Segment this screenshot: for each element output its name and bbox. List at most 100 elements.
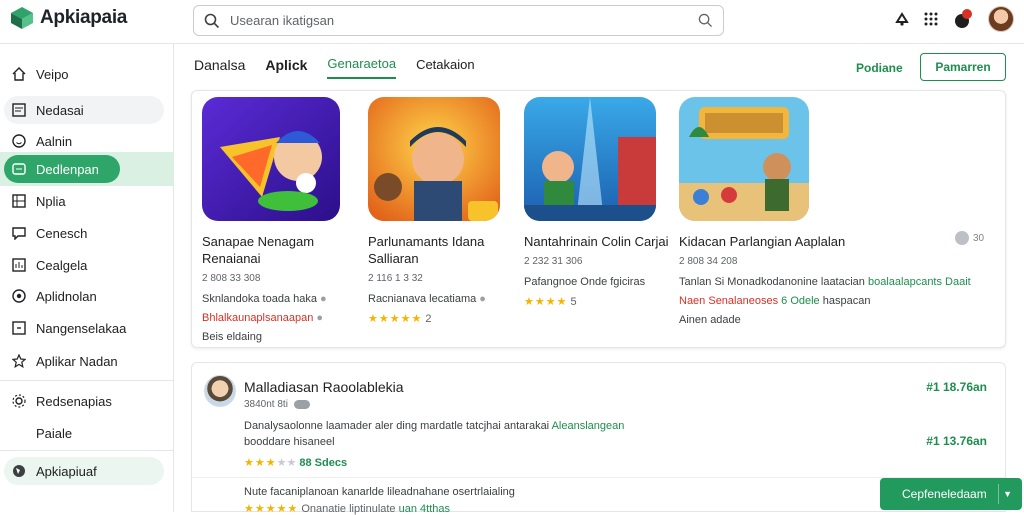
app-thumbnail[interactable] [679,97,809,221]
cta-separator [998,484,1000,504]
app-description: Pafangnoe Onde fgiciras [524,276,646,288]
app-thumbnail[interactable] [524,97,656,221]
review-meta: 3840nt 8ti [244,399,310,410]
app-card[interactable]: Nantahrinain Colin Carjai 2 232 31 306 P… [524,97,674,308]
sidebar-item-home[interactable]: Veipo [4,60,164,88]
sidebar-item-aplikar-nadan[interactable]: Aplikar Nadan [4,347,164,375]
badge-icon [293,400,310,409]
app-rating: ★★★★ 5 [524,296,577,308]
sidebar-item-label: Nplia [36,193,66,209]
news-icon [12,103,26,117]
search-icon [204,13,220,28]
sidebar-item-label: Nedasai [36,102,84,118]
alert-icon[interactable] [952,8,974,30]
app-title[interactable]: Nantahrinain Colin Carjai [524,233,674,250]
sidebar-item-news[interactable]: Nedasai [4,96,164,124]
app-thumbnail[interactable] [202,97,340,221]
home-icon [12,67,26,81]
app-card[interactable]: Parlunamants Idana Salliaran 2 116 1 3 3… [368,97,518,325]
sidebar-item-paiale[interactable]: Paiale [4,419,164,447]
sidebar-item-aalnin[interactable]: Aalnin [4,127,164,155]
app-title[interactable]: Parlunamants Idana Salliaran [368,233,518,267]
primary-cta-button[interactable]: Cepfeneledaam ▼ [880,478,1022,510]
sidebar-item-cealgela[interactable]: Cealgela [4,251,164,279]
tab-aplick[interactable]: Aplick [265,57,307,79]
sidebar-item-dedlenpan[interactable]: Dedlenpan [4,155,120,183]
search-bar[interactable]: Usearan ikatigsan [193,5,724,36]
rating-stars: ★★★★★ [244,503,299,515]
tab-danalsa[interactable]: Danalsa [194,57,245,79]
header-link[interactable]: Podiane [856,61,903,75]
app-name: Apkiapaia [40,7,128,28]
sidebar-item-cenesch[interactable]: Cenesch [4,219,164,247]
app-meta: 2 808 33 308 [202,273,261,284]
app-tagline: Bhlalkaunaplsanaapan ● [202,312,324,324]
sidebar-item-label: Paiale [36,425,73,441]
app-tagline: Naen Senalaneoses 6 Odele haspacan [679,295,871,307]
sidebar-item-label: Veipo [36,66,69,82]
sidebar-item-aplidnolan[interactable]: Aplidnolan [4,282,164,310]
app-logo[interactable]: Apkiapaia [10,6,127,30]
chart-icon [12,258,26,272]
header-button[interactable]: Pamarren [920,53,1006,81]
comment-icon [12,227,26,240]
price-label: #1 13.76an [926,434,987,448]
sidebar-item-nplia[interactable]: Nplia [4,187,164,215]
app-meta: 2 808 34 208 [679,256,738,267]
cta-label: Cepfeneledaam [902,487,987,501]
featured-apps-panel: Sanapae Nenagam Renaianai 2 808 33 308 S… [191,90,1006,348]
app-card[interactable]: Kidacan Parlangian Aaplalan 2 808 34 208… [679,97,971,326]
sidebar: Veipo Nedasai Aalnin Dedlenpan Nplia Cen… [0,44,174,512]
tab-cetakaion[interactable]: Cetakaion [416,57,475,78]
next-arrow-icon [955,231,969,245]
review-rating: ★★★★★ 88 Sdecs [244,457,348,469]
search-icon[interactable] [698,13,713,28]
carousel-next[interactable]: 30 [955,231,984,245]
notification-icon[interactable] [894,11,910,27]
grid-icon [12,194,26,208]
app-title[interactable]: Sanapae Nenagam Renaianai [202,233,352,267]
app-artwork [524,97,656,221]
dropdown-arrow-icon[interactable]: ▼ [1003,489,1012,499]
sidebar-item-label: Nangenselakaa [36,320,127,336]
user-avatar[interactable] [988,6,1014,32]
sidebar-divider [0,380,174,381]
apps-grid-icon[interactable] [924,12,938,26]
search-input[interactable]: Usearan ikatigsan [230,13,698,28]
item-text: Nute facaniplanoan kanarlde lileadnahane… [244,486,515,498]
globe-icon [13,465,25,477]
review-text-line2: booddare hisaneel [244,436,335,448]
rating-stars: ★★★★★ [368,313,423,325]
app-description: Sknlandoka toada haka ● [202,293,327,305]
sidebar-item-nangenselakaa[interactable]: Nangenselakaa [4,314,164,342]
info-icon: ● [316,312,324,324]
app-title[interactable]: Kidacan Parlangian Aaplalan [679,233,969,250]
logo-icon [11,7,33,29]
sidebar-item-label: Apkiapiuaf [36,463,97,479]
tab-genaraetoa[interactable]: Genaraetoa [327,56,397,79]
target-icon [12,289,26,303]
smiley-icon [12,134,26,148]
review-text: Danalysaolonne laamader aler ding mardat… [244,420,625,432]
review-title[interactable]: Malladiasan Raoolablekia [244,379,404,395]
reviewer-avatar[interactable] [204,375,236,407]
sidebar-divider [0,450,174,451]
app-extra: Ainen adade [679,314,741,326]
category-tabs: Danalsa Aplick Genaraetoa Cetakaion [194,56,475,79]
app-extra: Beis eldaing [202,331,262,343]
app-card[interactable]: Sanapae Nenagam Renaianai 2 808 33 308 S… [202,97,352,343]
sidebar-item-label: Cenesch [36,225,88,241]
app-artwork [202,97,340,221]
top-bar: Apkiapaia Usearan ikatigsan [0,0,1024,44]
app-description: Tanlan Si Monadkodanonine laatacian boal… [679,276,971,288]
app-rating: ★★★★★ 2 [368,313,432,325]
sidebar-item-label: Aalnin [36,133,73,149]
sidebar-item-redsenapias[interactable]: Redsenapias [4,387,164,415]
sidebar-item-apkiapiuaf[interactable]: Apkiapiuaf [4,457,164,485]
app-meta: 2 116 1 3 32 [368,273,423,284]
settings-icon [12,394,26,408]
sidebar-item-label: Aplidnolan [36,288,97,304]
app-description: Racnianava lecatiama ● [368,293,486,305]
carousel-count: 30 [973,232,985,244]
app-thumbnail[interactable] [368,97,500,221]
